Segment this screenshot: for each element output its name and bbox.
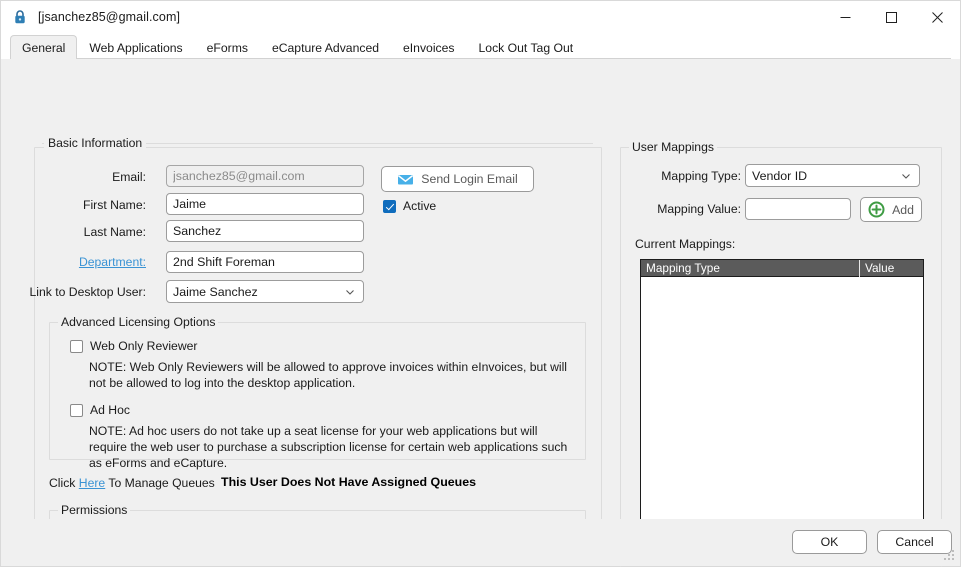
send-login-email-button[interactable]: Send Login Email xyxy=(381,166,534,192)
mapping-type-label: Mapping Type: xyxy=(661,169,741,183)
lock-icon xyxy=(12,9,28,25)
tab-general[interactable]: General xyxy=(10,35,78,60)
mapping-value-field[interactable] xyxy=(745,198,851,220)
list-body[interactable] xyxy=(641,277,923,530)
tab-einvoices[interactable]: eInvoices xyxy=(391,35,467,59)
permissions-legend: Permissions xyxy=(58,503,131,517)
tab-label: General xyxy=(22,40,66,55)
list-header-row: Mapping Type Value xyxy=(641,259,923,277)
basic-information-legend: Basic Information xyxy=(44,136,147,150)
ad-hoc-checkbox[interactable]: Ad Hoc xyxy=(70,403,130,417)
window-title: [jsanchez85@gmail.com] xyxy=(38,10,181,24)
minimize-button[interactable] xyxy=(822,1,868,33)
tab-web-applications[interactable]: Web Applications xyxy=(77,35,194,59)
first-name-field[interactable] xyxy=(166,193,364,215)
add-mapping-button[interactable]: Add xyxy=(860,197,922,222)
tab-label: eInvoices xyxy=(403,40,455,55)
mapping-type-value: Vendor ID xyxy=(752,168,808,183)
user-properties-window: [jsanchez85@gmail.com] General Web Appli… xyxy=(0,0,961,567)
email-label: Email: xyxy=(112,170,146,184)
chevron-down-icon xyxy=(899,169,913,183)
last-name-label: Last Name: xyxy=(83,225,146,239)
department-field[interactable] xyxy=(166,251,364,273)
link-to-desktop-user-select[interactable]: Jaime Sanchez xyxy=(166,280,364,303)
chevron-down-icon xyxy=(343,285,357,299)
current-mappings-list[interactable]: Mapping Type Value xyxy=(640,259,924,531)
first-name-label: First Name: xyxy=(83,198,146,212)
column-header-mapping-type[interactable]: Mapping Type xyxy=(641,260,859,277)
mapping-type-select[interactable]: Vendor ID xyxy=(745,164,920,187)
plus-circle-icon xyxy=(868,201,885,218)
window-controls xyxy=(822,1,960,33)
active-label: Active xyxy=(403,199,437,213)
link-to-desktop-user-value: Jaime Sanchez xyxy=(173,284,258,299)
resize-grip-icon[interactable] xyxy=(944,550,956,562)
user-mappings-legend: User Mappings xyxy=(629,140,717,154)
tab-eforms[interactable]: eForms xyxy=(195,35,260,59)
manage-queues-row: Click Here To Manage Queues xyxy=(49,476,215,490)
close-button[interactable] xyxy=(914,1,960,33)
tab-bar: General Web Applications eForms eCapture… xyxy=(1,33,960,60)
active-checkbox[interactable]: Active xyxy=(383,199,436,213)
web-only-reviewer-checkbox[interactable]: Web Only Reviewer xyxy=(70,339,197,353)
tab-label: eCapture Advanced xyxy=(271,40,380,55)
general-tab-panel: Basic Information Email: First Name: Las… xyxy=(1,59,960,567)
email-field[interactable] xyxy=(166,165,364,187)
envelope-icon xyxy=(397,171,414,188)
cancel-label: Cancel xyxy=(895,535,934,549)
tab-label: eForms xyxy=(206,40,248,55)
checkbox-box xyxy=(383,199,396,213)
cancel-button[interactable]: Cancel xyxy=(877,530,952,554)
advanced-licensing-legend: Advanced Licensing Options xyxy=(58,315,219,329)
mapping-value-label: Mapping Value: xyxy=(657,202,741,216)
title-bar: [jsanchez85@gmail.com] xyxy=(1,1,960,33)
checkbox-box xyxy=(70,403,83,417)
tab-label: Lock Out Tag Out xyxy=(478,40,574,55)
manage-queues-link[interactable]: Here xyxy=(79,476,105,490)
screen-root: [jsanchez85@gmail.com] General Web Appli… xyxy=(0,0,961,567)
queue-status-text: This User Does Not Have Assigned Queues xyxy=(221,475,476,489)
ad-hoc-label: Ad Hoc xyxy=(90,403,130,417)
tab-lock-out-tag-out[interactable]: Lock Out Tag Out xyxy=(467,35,586,59)
checkbox-box xyxy=(70,339,83,353)
ok-button[interactable]: OK xyxy=(792,530,867,554)
send-login-email-label: Send Login Email xyxy=(421,172,518,186)
manage-queues-suffix: To Manage Queues xyxy=(105,476,215,490)
add-mapping-label: Add xyxy=(892,202,914,217)
last-name-field[interactable] xyxy=(166,220,364,242)
manage-queues-prefix: Click xyxy=(49,476,79,490)
web-only-reviewer-note: NOTE: Web Only Reviewers will be allowed… xyxy=(89,360,567,390)
department-link[interactable]: Department: xyxy=(56,255,146,269)
tab-ecapture-advanced[interactable]: eCapture Advanced xyxy=(260,35,391,59)
web-only-reviewer-label: Web Only Reviewer xyxy=(90,339,198,353)
dialog-footer: OK Cancel xyxy=(1,519,960,566)
tab-label: Web Applications xyxy=(89,40,183,55)
current-mappings-label: Current Mappings: xyxy=(635,237,736,251)
link-to-desktop-user-label: Link to Desktop User: xyxy=(29,285,146,299)
ok-label: OK xyxy=(820,535,839,549)
column-header-value[interactable]: Value xyxy=(859,259,923,277)
ad-hoc-note: NOTE: Ad hoc users do not take up a seat… xyxy=(89,424,568,470)
maximize-button[interactable] xyxy=(868,1,914,33)
